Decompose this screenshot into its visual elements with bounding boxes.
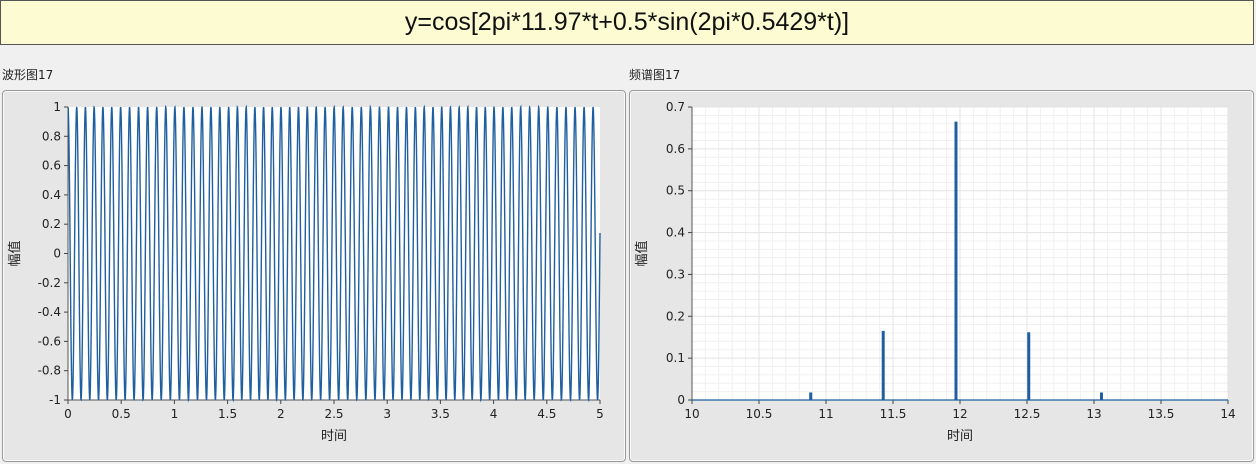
wave-y-tick-label: 0.4 [42, 188, 61, 202]
waveform-graph-frame: -1 -0.8 -0.6 -0.4 -0.2 0 0.2 0.4 0.6 0.8 1 0 0.5 1 1.5… [2, 90, 626, 462]
spectrum-graph-label: 频谱图17 [629, 68, 681, 82]
wave-x-tick-label: 4.5 [537, 407, 556, 421]
wave-y-tick-label: 0 [53, 247, 61, 261]
wave-x-tick-label: 2 [277, 407, 285, 421]
wave-y-tick-label: 1 [53, 100, 61, 114]
spectrum-chart: 0 0.1 0.2 0.3 0.4 0.5 0.6 0.7 10 10.5 11 11.5 12 12.5… [634, 100, 1236, 444]
wave-x-tick-label: 3.5 [431, 407, 450, 421]
spec-x-tick-label: 13.5 [1148, 407, 1175, 421]
spec-x-tick-label: 12.5 [1014, 407, 1041, 421]
spec-x-tick-label: 11.5 [880, 407, 907, 421]
wave-y-axis-title: 幅值 [7, 240, 23, 266]
spec-y-tick-label: 0.4 [666, 226, 685, 240]
spec-y-tick-label: 0.2 [666, 309, 685, 323]
waveform-chart: -1 -0.8 -0.6 -0.4 -0.2 0 0.2 0.4 0.6 0.8 1 0 0.5 1 1.5… [7, 100, 604, 444]
wave-x-axis-title: 时间 [321, 429, 347, 444]
spec-y-tick-label: 0.7 [666, 100, 685, 114]
spec-x-tick-label: 10 [684, 407, 699, 421]
spec-x-tick-label: 10.5 [746, 407, 773, 421]
wave-y-tick-label: 0.6 [42, 159, 61, 173]
spec-y-tick-label: 0.6 [666, 142, 685, 156]
waveform-graph-label: 波形图17 [2, 68, 54, 82]
formula-title: y=cos[2pi*11.97*t+0.5*sin(2pi*0.5429*t)] [0, 0, 1254, 45]
wave-y-tick-label: -1 [49, 393, 61, 407]
wave-x-tick-label: 1 [171, 407, 179, 421]
spec-x-tick-label: 13 [1086, 407, 1101, 421]
wave-y-tick-label: -0.6 [38, 334, 61, 348]
wave-x-tick-label: 0.5 [112, 407, 131, 421]
spectrum-graph-frame: 0 0.1 0.2 0.3 0.4 0.5 0.6 0.7 10 10.5 11 11.5 12 12.5… [629, 90, 1254, 462]
spec-x-tick-label: 14 [1220, 407, 1235, 421]
wave-x-tick-label: 4 [490, 407, 498, 421]
wave-y-tick-label: 0.8 [42, 129, 61, 143]
spec-x-tick-label: 11 [818, 407, 833, 421]
spec-x-axis-title: 时间 [947, 429, 973, 444]
wave-x-tick-label: 1.5 [218, 407, 237, 421]
wave-y-tick-label: -0.4 [38, 305, 61, 319]
wave-x-tick-label: 3 [383, 407, 391, 421]
spec-y-tick-label: 0.5 [666, 184, 685, 198]
wave-x-tick-label: 5 [596, 407, 604, 421]
spec-y-axis-title: 幅值 [634, 240, 650, 266]
wave-y-tick-label: 0.2 [42, 217, 61, 231]
wave-y-tick-label: -0.8 [38, 364, 61, 378]
wave-x-tick-label: 2.5 [324, 407, 343, 421]
wave-y-tick-label: -0.2 [38, 276, 61, 290]
spec-y-tick-label: 0 [677, 393, 685, 407]
wave-x-tick-label: 0 [64, 407, 72, 421]
spec-x-tick-label: 12 [952, 407, 967, 421]
spec-y-tick-label: 0.3 [666, 267, 685, 281]
spec-y-tick-label: 0.1 [666, 351, 685, 365]
